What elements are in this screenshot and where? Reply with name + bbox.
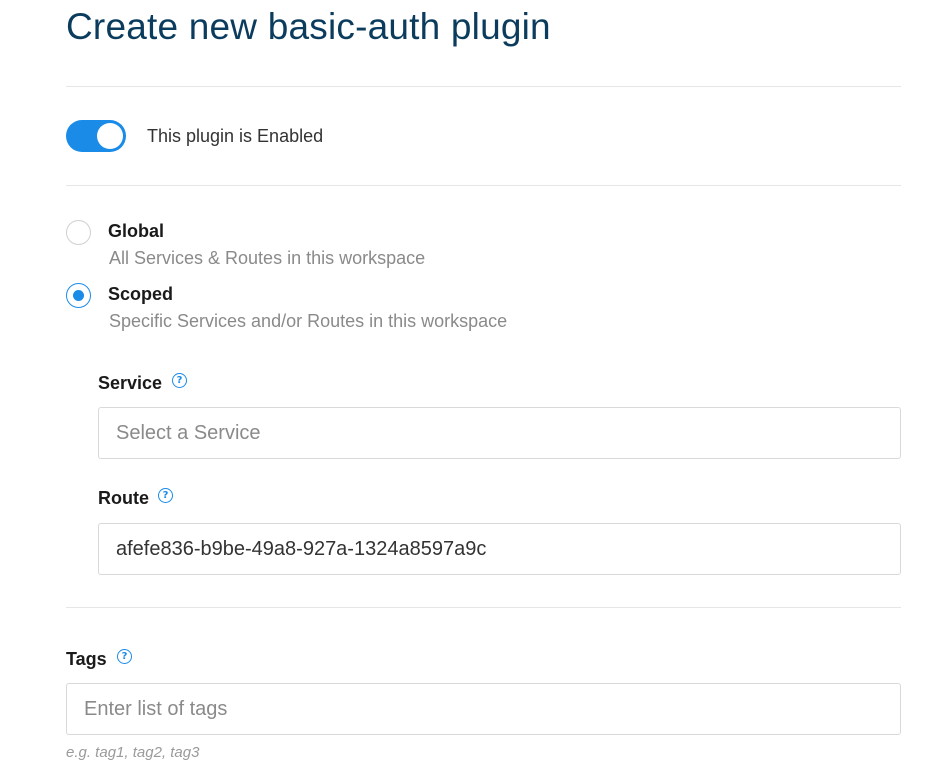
page-title: Create new basic-auth plugin bbox=[66, 6, 551, 47]
plugin-form-page: Create new basic-auth plugin This plugin… bbox=[0, 0, 939, 762]
radio-scoped-description: Specific Services and/or Routes in this … bbox=[109, 311, 508, 331]
divider-top bbox=[66, 86, 901, 87]
enabled-toggle[interactable] bbox=[66, 120, 126, 152]
service-label: Service bbox=[98, 373, 163, 393]
tags-input[interactable] bbox=[66, 683, 901, 735]
route-input[interactable] bbox=[98, 523, 901, 575]
radio-global-description: All Services & Routes in this workspace bbox=[109, 248, 426, 268]
radio-global[interactable] bbox=[66, 220, 91, 245]
route-label: Route bbox=[98, 488, 149, 508]
radio-scoped-title: Scoped bbox=[108, 284, 174, 304]
radio-global-title: Global bbox=[108, 221, 165, 241]
service-select-input[interactable] bbox=[98, 407, 901, 459]
enabled-toggle-label: This plugin is Enabled bbox=[147, 126, 324, 146]
divider-tags bbox=[66, 607, 901, 608]
tags-hint: e.g. tag1, tag2, tag3 bbox=[66, 744, 200, 761]
toggle-knob bbox=[97, 123, 123, 149]
tags-help-icon[interactable]: ? bbox=[117, 649, 132, 664]
service-help-icon[interactable]: ? bbox=[172, 373, 187, 388]
route-help-icon[interactable]: ? bbox=[158, 488, 173, 503]
tags-label: Tags bbox=[66, 649, 107, 669]
radio-selected-dot bbox=[73, 290, 84, 301]
divider-toggle bbox=[66, 185, 901, 186]
radio-scoped[interactable] bbox=[66, 283, 91, 308]
